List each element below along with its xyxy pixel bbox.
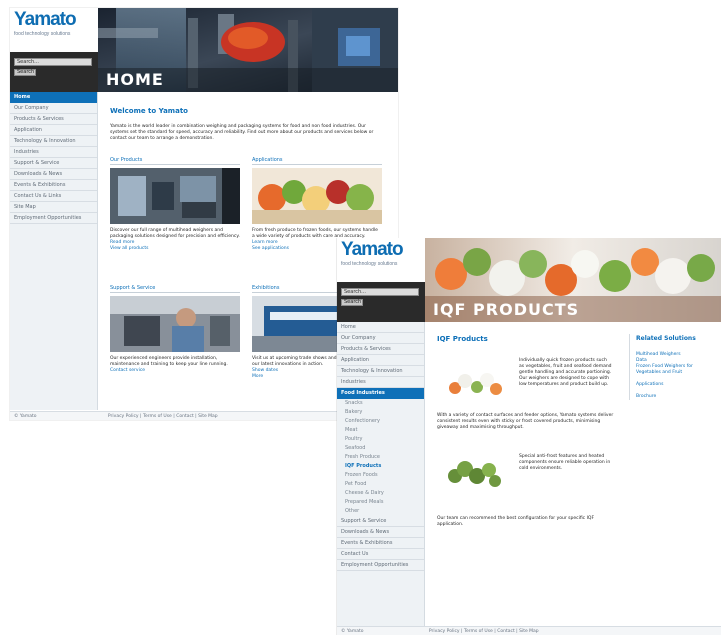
search-button[interactable]: Search	[14, 69, 36, 76]
page-title: HOME	[106, 70, 164, 89]
welcome-title: Welcome to Yamato	[110, 107, 188, 115]
sidebar-subitem-prepared-meals[interactable]: Prepared Meals	[337, 498, 424, 507]
sidebar-subitem-meat[interactable]: Meat	[337, 426, 424, 435]
sidebar-subitem-other[interactable]: Other	[337, 507, 424, 516]
card-link[interactable]: Contact service	[110, 368, 240, 374]
sidebar-item-industries[interactable]: Industries	[337, 377, 424, 388]
sidebar-item-support[interactable]: Support & Service	[337, 516, 424, 527]
sidebar-item-employment[interactable]: Employment Opportunities	[337, 560, 424, 571]
sidebar-subitem-fresh-produce[interactable]: Fresh Produce	[337, 453, 424, 462]
sidebar-item-food-industries[interactable]: Food Industries	[337, 388, 424, 399]
footer-links[interactable]: Privacy Policy | Terms of Use | Contact …	[108, 414, 218, 419]
home-banner: HOME	[98, 8, 398, 92]
logo-tagline: food technology solutions	[14, 31, 71, 37]
sidebar-subitem-confectionery[interactable]: Confectionery	[337, 417, 424, 426]
card-products: Our Products Discover our full range of …	[110, 156, 240, 252]
related-link[interactable]: Applications	[636, 382, 707, 388]
sidebar-item-technology[interactable]: Technology & Innovation	[337, 366, 424, 377]
sidebar-item-contact[interactable]: Contact Us	[337, 549, 424, 560]
search-input[interactable]: Search...	[14, 58, 92, 66]
iqf-content: IQF Products Individually quick frozen p…	[433, 322, 719, 626]
footer-links[interactable]: Privacy Policy | Terms of Use | Contact …	[429, 629, 539, 634]
yamato-logo[interactable]: Yamato food technology solutions	[10, 8, 98, 52]
sidebar-item-application[interactable]: Application	[337, 355, 424, 366]
iqf-section-title: IQF Products	[437, 335, 488, 343]
logo-wordmark: Yamato	[341, 239, 404, 260]
footer-copyright: © Yamato	[341, 629, 364, 634]
composite-stage: Yamato food technology solutions Search.…	[0, 0, 721, 635]
card-heading: Support & Service	[110, 284, 240, 293]
iqf-page-screenshot: Yamato food technology solutions Search.…	[337, 238, 721, 635]
sidebar-subitem-cheese-dairy[interactable]: Cheese & Dairy	[337, 489, 424, 498]
machine-photo[interactable]	[110, 168, 240, 224]
sidebar-item-products-services[interactable]: Products & Services	[337, 344, 424, 355]
card-text: Our experienced engineers provide instal…	[110, 356, 228, 367]
iqf-mixed-veg-image[interactable]	[445, 362, 505, 402]
iqf-broccoli-image[interactable]	[443, 454, 503, 494]
related-solutions-title: Related Solutions	[636, 335, 696, 342]
card-text: Discover our full range of multihead wei…	[110, 228, 240, 239]
sidebar-item-events[interactable]: Events & Exhibitions	[10, 180, 97, 191]
related-link[interactable]: Frozen Food Weighers for Vegetables and …	[636, 364, 707, 376]
engineer-photo[interactable]	[110, 296, 240, 352]
sidebar-subitem-bakery[interactable]: Bakery	[337, 408, 424, 417]
sidebar-subitem-seafood[interactable]: Seafood	[337, 444, 424, 453]
search-button[interactable]: Search	[341, 299, 363, 306]
sidebar-item-products-services[interactable]: Products & Services	[10, 114, 97, 125]
related-link[interactable]: Brochure	[636, 394, 707, 400]
sidebar-item-our-company[interactable]: Our Company	[10, 103, 97, 114]
footer: © Yamato Privacy Policy | Terms of Use |…	[337, 626, 721, 635]
search-input[interactable]: Search...	[341, 288, 419, 296]
card-heading: Applications	[252, 156, 382, 165]
sidebar-item-contact[interactable]: Contact Us & Links	[10, 191, 97, 202]
yamato-logo[interactable]: Yamato food technology solutions	[337, 238, 425, 282]
logo-tagline: food technology solutions	[341, 261, 398, 267]
sidebar-item-events[interactable]: Events & Exhibitions	[337, 538, 424, 549]
welcome-text: Yamato is the world leader in combinatio…	[110, 124, 374, 141]
card-support: Support & Service Our experienced engine…	[110, 284, 240, 374]
sidebar-subitem-iqf-products[interactable]: IQF Products	[337, 462, 424, 471]
iqf-paragraph-1: Individually quick frozen products such …	[519, 358, 612, 387]
sidebar-subitem-poultry[interactable]: Poultry	[337, 435, 424, 444]
sidebar-item-employment[interactable]: Employment Opportunities	[10, 213, 97, 224]
sidebar-item-sitemap[interactable]: Site Map	[10, 202, 97, 213]
sidebar-item-home[interactable]: Home	[337, 322, 424, 333]
sidebar-item-technology[interactable]: Technology & Innovation	[10, 136, 97, 147]
search-area: Search... Search	[337, 282, 425, 322]
sidebar-item-application[interactable]: Application	[10, 125, 97, 136]
sidebar-nav: Home Our Company Products & Services App…	[10, 92, 98, 410]
search-area: Search... Search	[10, 52, 98, 92]
sidebar-item-downloads[interactable]: Downloads & News	[10, 169, 97, 180]
footer-copyright: © Yamato	[14, 414, 37, 419]
iqf-paragraph-4: Our team can recommend the best configur…	[437, 516, 595, 527]
sidebar-item-support[interactable]: Support & Service	[10, 158, 97, 169]
page-title: IQF PRODUCTS	[433, 300, 580, 319]
card-link[interactable]: View all products	[110, 246, 240, 252]
iqf-paragraph-3: Special anti-frost features and heated c…	[519, 454, 611, 471]
iqf-paragraph-2: With a variety of contact surfaces and f…	[437, 413, 614, 430]
related-solutions-panel: Related Solutions Multihead Weighers Dat…	[629, 334, 707, 400]
sidebar-item-our-company[interactable]: Our Company	[337, 333, 424, 344]
logo-wordmark: Yamato	[14, 9, 77, 30]
sidebar-subitem-snacks[interactable]: Snacks	[337, 399, 424, 408]
iqf-banner: IQF PRODUCTS	[425, 238, 721, 322]
sidebar-item-downloads[interactable]: Downloads & News	[337, 527, 424, 538]
sidebar-item-home[interactable]: Home	[10, 92, 97, 103]
card-heading: Our Products	[110, 156, 240, 165]
sidebar-subitem-frozen-foods[interactable]: Frozen Foods	[337, 471, 424, 480]
sidebar-item-industries[interactable]: Industries	[10, 147, 97, 158]
sidebar-nav: Home Our Company Products & Services App…	[337, 322, 425, 626]
produce-photo[interactable]	[252, 168, 382, 224]
sidebar-subitem-pet-food[interactable]: Pet Food	[337, 480, 424, 489]
